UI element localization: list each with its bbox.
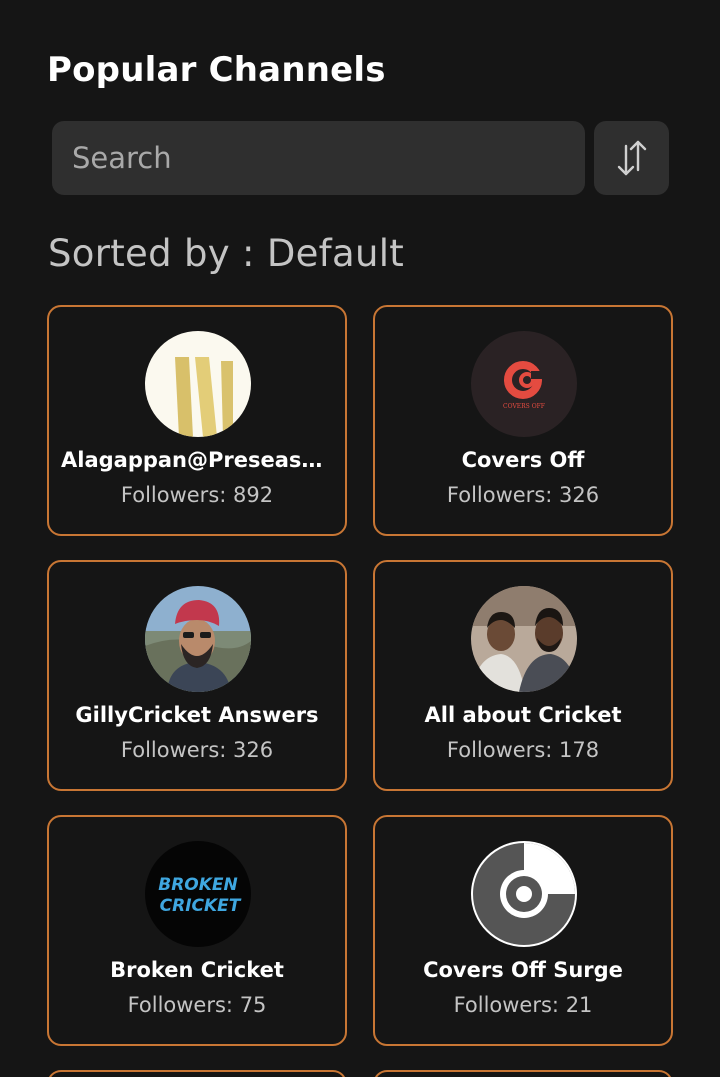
channel-followers: Followers: 75 xyxy=(127,993,267,1017)
channel-name: Alagappan@Preseaso... xyxy=(61,448,333,472)
channel-followers: Followers: 892 xyxy=(120,483,274,507)
channel-card[interactable]: All about Cricket Followers: 178 xyxy=(373,560,673,791)
channel-name: GillyCricket Answers xyxy=(75,703,319,727)
channel-avatar: BROKEN CRICKET xyxy=(145,841,251,947)
sort-status-label: Sorted by : Default xyxy=(48,232,405,275)
sort-arrows-icon xyxy=(617,140,646,176)
channel-followers: Followers: 178 xyxy=(446,738,600,762)
channel-card[interactable]: BROKEN CRICKET Broken Cricket Followers:… xyxy=(47,815,347,1046)
sort-button[interactable] xyxy=(594,121,669,195)
channel-name: Broken Cricket xyxy=(110,958,284,982)
channel-avatar: COVERS OFF xyxy=(471,331,577,437)
channel-avatar xyxy=(145,331,251,437)
channel-avatar xyxy=(471,841,577,947)
svg-text:COVERS OFF: COVERS OFF xyxy=(503,403,545,410)
channel-name: Covers Off Surge xyxy=(423,958,623,982)
search-input[interactable] xyxy=(72,141,585,175)
svg-text:BROKEN: BROKEN xyxy=(158,875,238,895)
search-bar[interactable] xyxy=(52,121,585,195)
svg-text:CRICKET: CRICKET xyxy=(160,896,242,916)
channel-card-partial[interactable] xyxy=(47,1070,347,1077)
channel-name: Covers Off xyxy=(461,448,585,472)
channel-card[interactable]: GillyCricket Answers Followers: 326 xyxy=(47,560,347,791)
channel-card[interactable]: Covers Off Surge Followers: 21 xyxy=(373,815,673,1046)
channel-card[interactable]: COVERS OFF Covers Off Followers: 326 xyxy=(373,305,673,536)
channel-card[interactable]: Alagappan@Preseaso... Followers: 892 xyxy=(47,305,347,536)
channel-followers: Followers: 21 xyxy=(453,993,593,1017)
channel-followers: Followers: 326 xyxy=(446,483,600,507)
channel-followers: Followers: 326 xyxy=(120,738,274,762)
channel-avatar xyxy=(145,586,251,692)
channel-avatar xyxy=(471,586,577,692)
page-title: Popular Channels xyxy=(47,50,386,90)
channel-card-partial[interactable] xyxy=(373,1070,673,1077)
channel-name: All about Cricket xyxy=(424,703,622,727)
